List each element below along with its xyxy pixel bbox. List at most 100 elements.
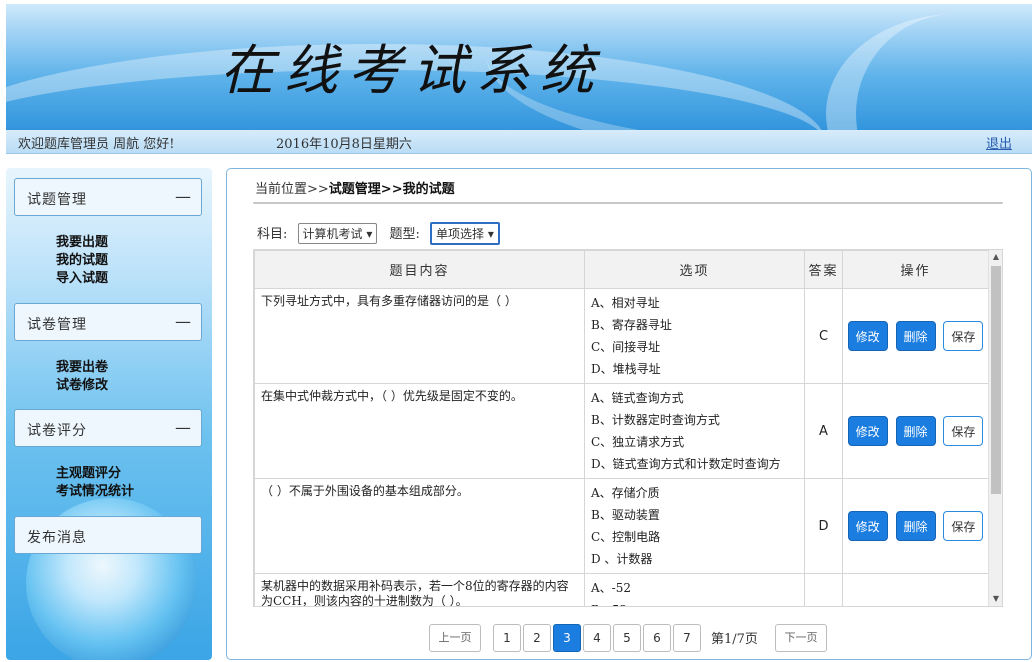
delete-button[interactable]: 删除 (895, 511, 936, 541)
page-button-3[interactable]: 3 (553, 624, 581, 652)
option: A、相对寻址 (591, 296, 660, 310)
column-header-question: 题目内容 (254, 250, 585, 289)
collapse-icon[interactable]: — (175, 187, 191, 206)
sidebar: 试题管理 — 我要出题 我的试题 导入试题 试卷管理 — 我要出卷 试卷修改 试… (6, 168, 212, 660)
menu-group-paper-grading[interactable]: 试卷评分 — (14, 409, 202, 447)
page-button-7[interactable]: 7 (673, 624, 701, 652)
main-panel: 当前位置>>试题管理>>我的试题 科目: 计算机考试 ▾ 题型: 单项选择 ▾ … (226, 168, 1032, 660)
sidebar-item-edit-paper[interactable]: 试卷修改 (56, 377, 108, 395)
vertical-scrollbar[interactable]: ▲ ▼ (988, 250, 1002, 606)
option-list: A、-52 B、52 (584, 573, 805, 606)
question-text: （ ）不属于外围设备的基本组成部分。 (254, 478, 585, 574)
scroll-down-icon[interactable]: ▼ (989, 592, 1002, 606)
option: C、独立请求方式 (591, 435, 685, 449)
save-button[interactable]: 保存 (943, 511, 984, 541)
subject-select[interactable]: 计算机考试 ▾ (297, 223, 378, 244)
breadcrumb-prefix: 当前位置>> (255, 182, 329, 197)
table-row: （ ）不属于外围设备的基本组成部分。 A、存储介质 B、驱动装置 C、控制电路 … (254, 478, 989, 574)
menu-group-label: 试卷评分 (27, 423, 87, 439)
delete-button[interactable]: 删除 (896, 606, 936, 607)
question-text: 下列寻址方式中，具有多重存储器访问的是（ ） (254, 288, 585, 384)
option: C、控制电路 (591, 530, 661, 544)
sidebar-item-create-question[interactable]: 我要出题 (56, 234, 108, 252)
answer-cell: A (804, 383, 843, 479)
page-button-5[interactable]: 5 (613, 624, 641, 652)
option: B、计数器定时查询方式 (591, 413, 720, 427)
question-table: 题目内容 选项 答案 操作 下列寻址方式中，具有多重存储器访问的是（ ） A、相… (254, 250, 989, 607)
menu-group-label: 试题管理 (27, 192, 87, 208)
sidebar-item-import-questions[interactable]: 导入试题 (56, 270, 108, 288)
page-button-4[interactable]: 4 (583, 624, 611, 652)
option: A、存储介质 (591, 486, 660, 500)
menu-group-paper-management[interactable]: 试卷管理 — (14, 303, 202, 341)
table-row: 下列寻址方式中，具有多重存储器访问的是（ ） A、相对寻址 B、寄存器寻址 C、… (254, 288, 989, 384)
column-header-options: 选项 (584, 250, 805, 289)
menu-group-question-management[interactable]: 试题管理 — (14, 178, 202, 216)
question-type-label: 题型: (389, 227, 420, 242)
option: D、堆栈寻址 (591, 362, 661, 376)
next-page-button[interactable]: 下一页 (775, 624, 827, 652)
column-header-actions: 操作 (842, 250, 989, 289)
edit-button[interactable]: 修改 (847, 511, 888, 541)
sidebar-item-create-paper[interactable]: 我要出卷 (56, 359, 108, 377)
answer-cell (804, 573, 843, 606)
option: D 、计数器 (591, 552, 653, 566)
actions-cell: 修改 删除 保存 (842, 573, 989, 607)
collapse-icon[interactable]: — (175, 312, 191, 331)
save-button[interactable]: 保存 (943, 416, 984, 446)
edit-button[interactable]: 修改 (847, 416, 888, 446)
page-button-6[interactable]: 6 (643, 624, 671, 652)
table-row: 某机器中的数据采用补码表示，若一个8位的寄存器的内容为CCH，则该内容的十进制数… (254, 573, 989, 607)
option: C、间接寻址 (591, 340, 661, 354)
option: B、寄存器寻址 (591, 318, 672, 332)
sidebar-item-subjective-grading[interactable]: 主观题评分 (56, 465, 121, 483)
logout-link[interactable]: 退出 (986, 133, 1012, 152)
question-text: 某机器中的数据采用补码表示，若一个8位的寄存器的内容为CCH，则该内容的十进制数… (254, 573, 585, 606)
status-bar: 欢迎题库管理员 周航 您好! 2016年10月8日星期六 退出 (6, 130, 1032, 154)
delete-button[interactable]: 删除 (895, 321, 936, 351)
option: B、52 (591, 599, 798, 606)
page-button-1[interactable]: 1 (493, 624, 521, 652)
page-button-2[interactable]: 2 (523, 624, 551, 652)
breadcrumb-path: 试题管理>>我的试题 (328, 182, 455, 197)
menu-group-label: 试卷管理 (27, 317, 87, 333)
welcome-text: 欢迎题库管理员 周航 您好! (18, 137, 175, 152)
prev-page-button[interactable]: 上一页 (429, 624, 481, 652)
current-date: 2016年10月8日星期六 (276, 137, 412, 152)
actions-cell: 修改 删除 保存 (842, 288, 989, 384)
filter-bar: 科目: 计算机考试 ▾ 题型: 单项选择 ▾ (257, 222, 508, 245)
column-header-answer: 答案 (804, 250, 843, 289)
sidebar-item-exam-statistics[interactable]: 考试情况统计 (56, 483, 134, 501)
answer-cell: C (804, 288, 843, 384)
actions-cell: 修改 删除 保存 (842, 478, 989, 574)
question-text: 在集中式仲裁方式中，（ ）优先级是固定不变的。 (254, 383, 585, 479)
edit-button[interactable]: 修改 (848, 606, 888, 607)
actions-cell: 修改 删除 保存 (842, 383, 989, 479)
option: A、-52 (591, 581, 631, 595)
breadcrumb: 当前位置>>试题管理>>我的试题 (255, 178, 455, 197)
question-type-select[interactable]: 单项选择 ▾ (430, 222, 500, 245)
scroll-up-icon[interactable]: ▲ (989, 250, 1002, 264)
save-button[interactable]: 保存 (943, 606, 983, 607)
menu-group-label: 发布消息 (27, 530, 87, 546)
option-list: A、相对寻址 B、寄存器寻址 C、间接寻址 D、堆栈寻址 (584, 288, 805, 384)
scrollbar-thumb[interactable] (991, 266, 1001, 494)
save-button[interactable]: 保存 (943, 321, 984, 351)
menu-group-publish-message[interactable]: 发布消息 (14, 516, 202, 554)
table-row: 在集中式仲裁方式中，（ ）优先级是固定不变的。 A、链式查询方式 B、计数器定时… (254, 383, 989, 479)
question-table-container: 题目内容 选项 答案 操作 下列寻址方式中，具有多重存储器访问的是（ ） A、相… (253, 249, 1003, 607)
page-info: 第1/7页 (711, 632, 758, 647)
subject-label: 科目: (257, 227, 288, 242)
app-title: 在线考试系统 (220, 39, 604, 102)
option: A、链式查询方式 (591, 391, 684, 405)
option: D、链式查询方式和计数定时查询方 (591, 457, 781, 471)
sidebar-item-my-questions[interactable]: 我的试题 (56, 252, 108, 270)
edit-button[interactable]: 修改 (847, 321, 888, 351)
option-list: A、链式查询方式 B、计数器定时查询方式 C、独立请求方式 D、链式查询方式和计… (584, 383, 805, 479)
answer-cell: D (804, 478, 843, 574)
option: B、驱动装置 (591, 508, 660, 522)
option-list: A、存储介质 B、驱动装置 C、控制电路 D 、计数器 (584, 478, 805, 574)
delete-button[interactable]: 删除 (895, 416, 936, 446)
collapse-icon[interactable]: — (175, 418, 191, 437)
divider (253, 201, 1003, 204)
